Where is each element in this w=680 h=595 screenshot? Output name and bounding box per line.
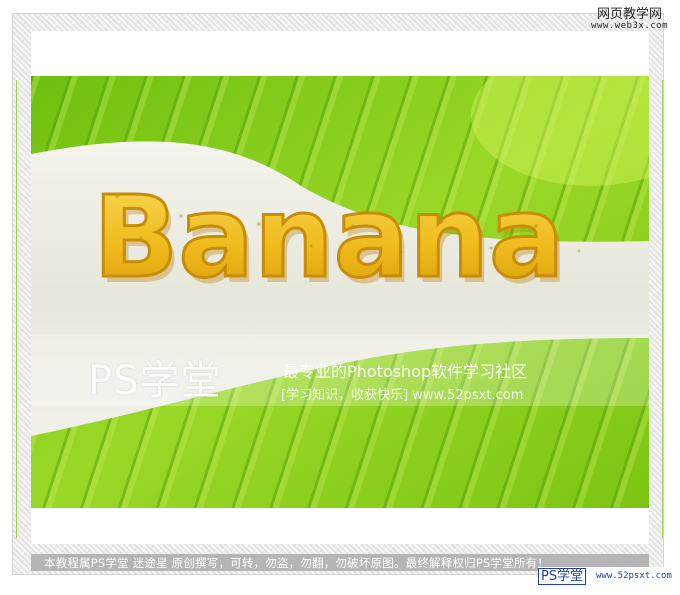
- right-rule: [662, 80, 663, 538]
- watermark-subline: [学习知识，收获快乐] www.52psxt.com: [281, 388, 524, 403]
- watermark-brand: PS学堂: [88, 358, 222, 404]
- site-url: www.web3x.com: [591, 21, 668, 32]
- watermark-slogan: 最专业的Photoshop软件学习社区: [283, 362, 528, 381]
- footer-logo-brand: PS学堂: [538, 568, 587, 585]
- left-rule: [16, 80, 17, 538]
- banana-artwork: Banana Banana: [31, 76, 649, 508]
- site-name: 网页教学网: [597, 7, 663, 22]
- footer-logo: PS学堂 www.52psxt.com: [538, 567, 672, 587]
- footer-logo-url: www.52psxt.com: [596, 571, 672, 581]
- banana-text: Banana Banana: [92, 172, 569, 310]
- banana-text-main: Banana: [93, 173, 565, 303]
- site-tag: 网页教学网 www.web3x.com: [591, 7, 668, 32]
- banana-leaf-photo: Banana Banana: [31, 76, 649, 508]
- footer-notice: 本教程属PS学堂 迷途星 原创撰写，可转，勿盗，勿翻，勿破坏原图。最终解释权归P…: [44, 556, 549, 570]
